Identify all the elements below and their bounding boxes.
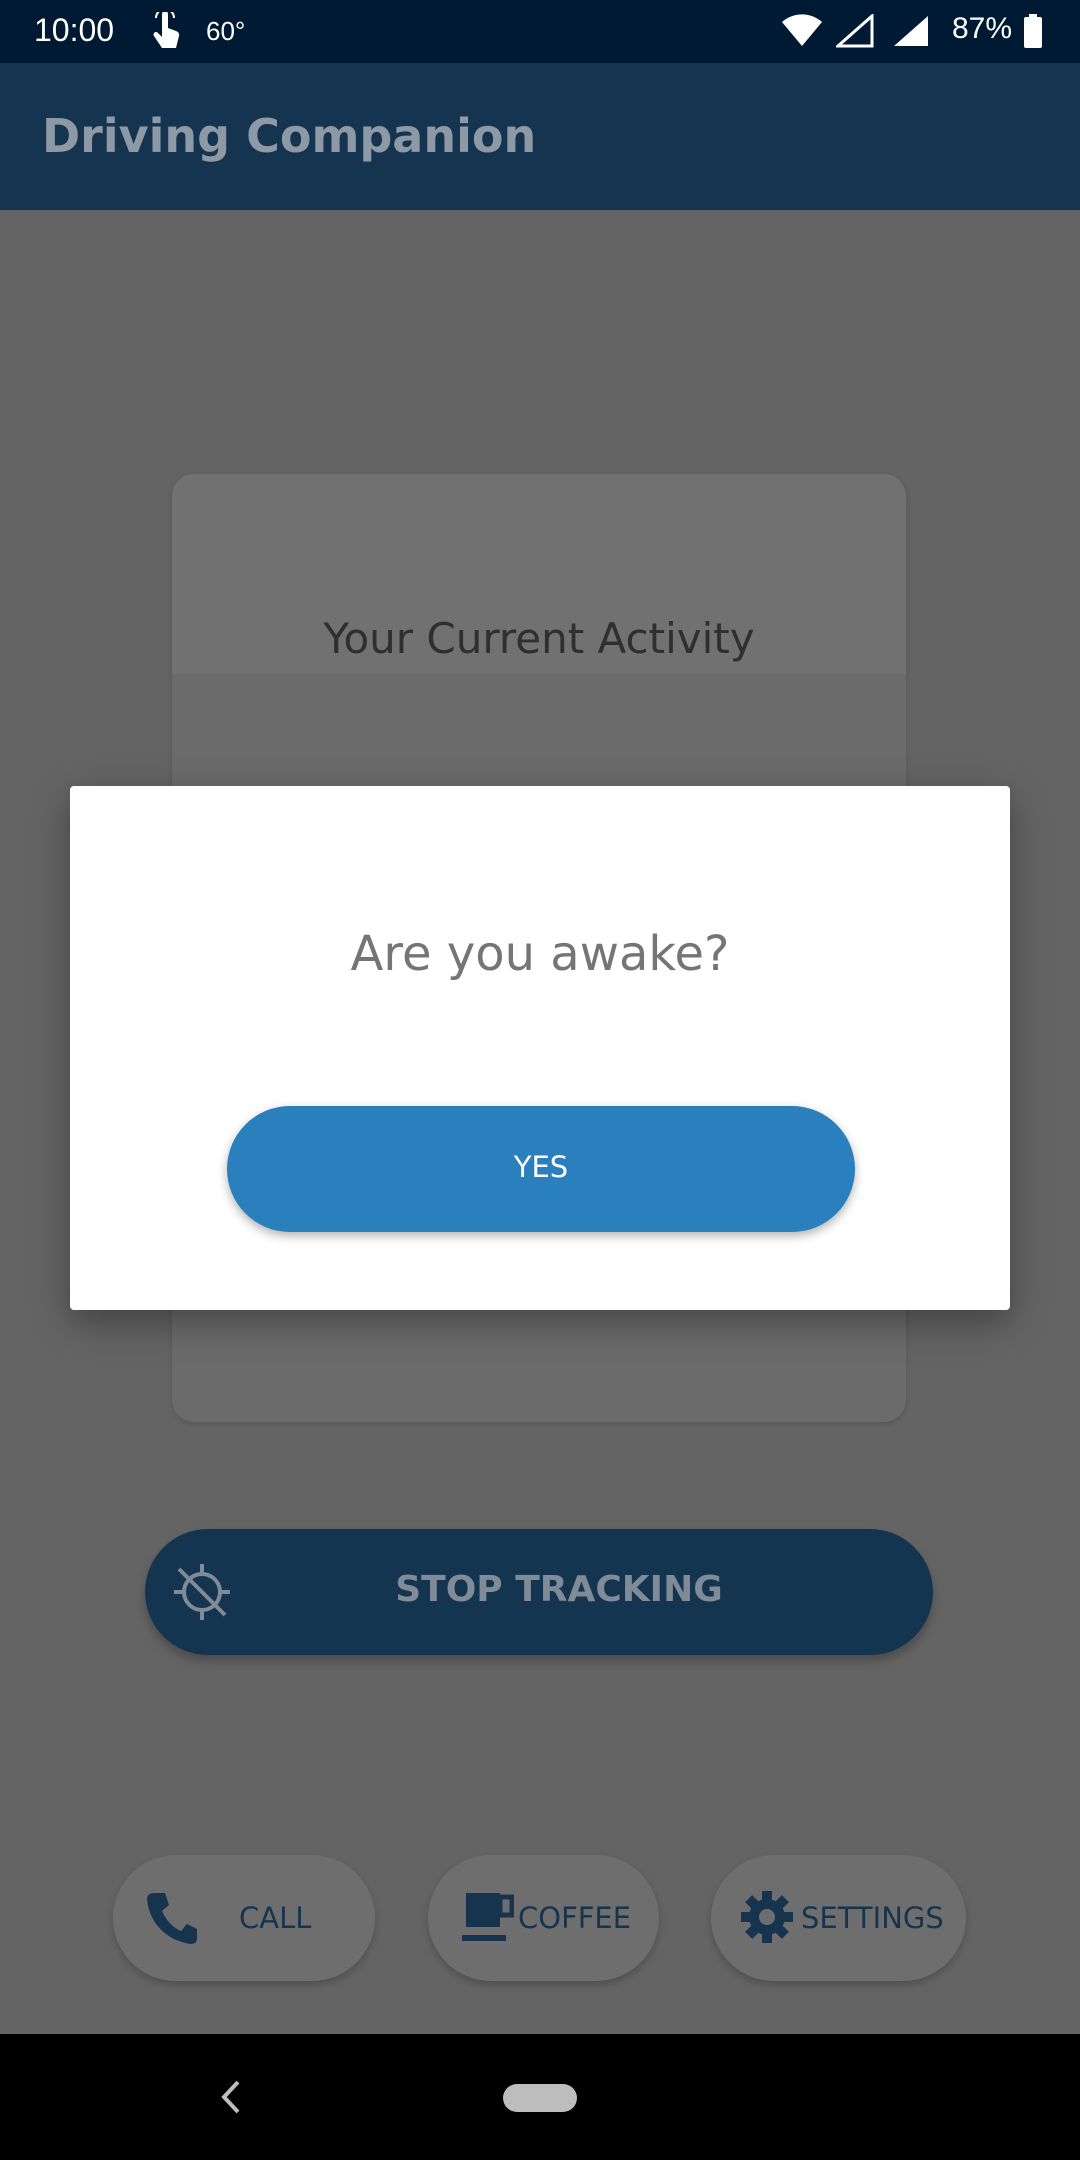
battery-percentage: 87% bbox=[952, 12, 1013, 45]
stop-tracking-label: STOP TRACKING bbox=[395, 1569, 723, 1610]
signal-full-icon bbox=[894, 16, 928, 46]
call-button[interactable]: CALL bbox=[113, 1855, 375, 1981]
phone-icon bbox=[147, 1893, 197, 1944]
signal-icon bbox=[836, 14, 874, 48]
call-label: CALL bbox=[239, 1901, 312, 1935]
settings-button[interactable]: SETTINGS bbox=[711, 1855, 966, 1981]
navigation-bar bbox=[0, 2034, 1080, 2160]
back-icon[interactable] bbox=[216, 2078, 246, 2116]
settings-label: SETTINGS bbox=[801, 1901, 944, 1935]
yes-button[interactable]: YES bbox=[227, 1106, 855, 1232]
awake-dialog: Are you awake? YES bbox=[70, 786, 1010, 1310]
coffee-cup-icon bbox=[462, 1893, 514, 1941]
yes-label: YES bbox=[513, 1150, 569, 1184]
coffee-label: COFFEE bbox=[518, 1901, 632, 1935]
activity-title: Your Current Activity bbox=[323, 614, 755, 663]
gear-icon bbox=[741, 1891, 793, 1943]
app-bar: Driving Companion bbox=[0, 63, 1080, 210]
app-title: Driving Companion bbox=[42, 109, 537, 163]
home-pill-icon[interactable] bbox=[503, 2084, 577, 2112]
status-temperature: 60° bbox=[206, 16, 246, 46]
status-time: 10:00 bbox=[34, 12, 115, 48]
touch-icon bbox=[153, 12, 180, 48]
battery-icon bbox=[1024, 14, 1042, 48]
stop-tracking-button[interactable]: STOP TRACKING bbox=[145, 1529, 933, 1655]
coffee-button[interactable]: COFFEE bbox=[428, 1855, 659, 1981]
status-bar: 10:00 60° 87% bbox=[0, 0, 1080, 63]
wifi-icon bbox=[782, 14, 822, 46]
dialog-question: Are you awake? bbox=[350, 926, 730, 982]
